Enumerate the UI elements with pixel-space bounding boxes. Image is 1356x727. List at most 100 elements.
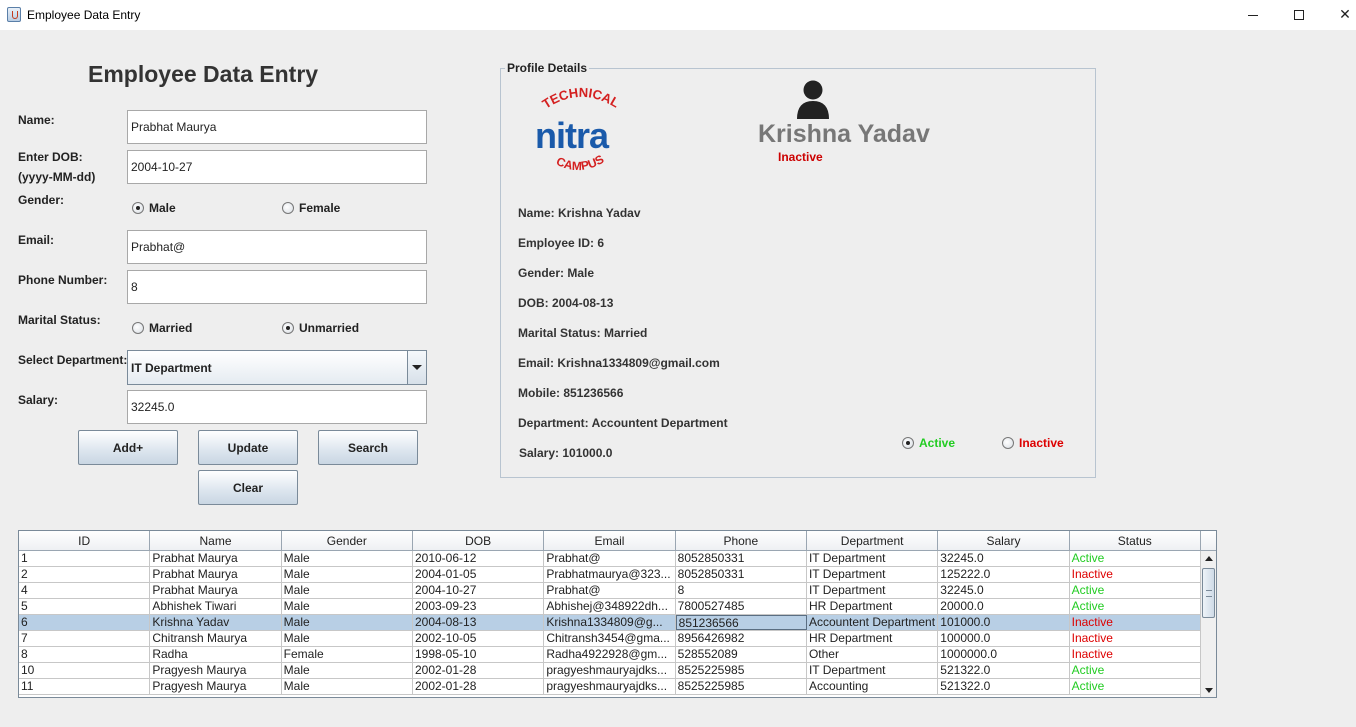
- phone-input[interactable]: [127, 270, 427, 304]
- table-cell-status[interactable]: Active: [1070, 583, 1201, 598]
- table-cell-status[interactable]: Inactive: [1070, 615, 1201, 630]
- dob-input[interactable]: [127, 150, 427, 184]
- table-cell-department[interactable]: IT Department: [807, 567, 939, 582]
- table-cell-dob[interactable]: 2010-06-12: [413, 551, 545, 566]
- add-button[interactable]: Add+: [78, 430, 178, 465]
- table-cell-id[interactable]: 2: [19, 567, 151, 582]
- close-button[interactable]: ✕: [1322, 0, 1356, 30]
- status-active-radio[interactable]: Active: [902, 436, 955, 450]
- employee-table[interactable]: ID Name Gender DOB Email Phone Department Salar…: [18, 530, 1217, 698]
- table-cell-department[interactable]: HR Department: [807, 599, 939, 614]
- name-input[interactable]: [127, 110, 427, 144]
- table-cell-dob[interactable]: 1998-05-10: [413, 647, 545, 662]
- table-cell-dob[interactable]: 2004-10-27: [413, 583, 545, 598]
- table-cell-phone[interactable]: 8525225985: [676, 663, 807, 678]
- table-cell-email[interactable]: Krishna1334809@g...: [544, 615, 676, 630]
- marital-married-radio[interactable]: Married: [132, 321, 192, 335]
- table-cell-email[interactable]: pragyeshmauryajdks...: [544, 679, 676, 694]
- table-cell-salary[interactable]: 32245.0: [938, 583, 1070, 598]
- table-cell-gender[interactable]: Male: [282, 599, 413, 614]
- table-cell-dob[interactable]: 2004-01-05: [413, 567, 545, 582]
- clear-button[interactable]: Clear: [198, 470, 298, 505]
- table-cell-email[interactable]: Prabhatmaurya@323...: [544, 567, 676, 582]
- table-cell-email[interactable]: Prabhat@: [544, 583, 676, 598]
- table-cell-gender[interactable]: Male: [282, 567, 413, 582]
- table-cell-name[interactable]: Pragyesh Maurya: [150, 679, 282, 694]
- table-cell-gender[interactable]: Male: [282, 615, 413, 630]
- table-cell-salary[interactable]: 125222.0: [938, 567, 1070, 582]
- table-cell-gender[interactable]: Male: [282, 551, 413, 566]
- table-row[interactable]: 2 Prabhat Maurya Male 2004-01-05 Prabhatmaur…: [19, 567, 1201, 583]
- table-cell-dob[interactable]: 2002-01-28: [413, 663, 545, 678]
- table-cell-name[interactable]: Abhishek Tiwari: [150, 599, 282, 614]
- table-cell-id[interactable]: 1: [19, 551, 151, 566]
- table-vertical-scrollbar[interactable]: [1200, 551, 1216, 697]
- table-cell-phone[interactable]: 8525225985: [676, 679, 807, 694]
- column-header-dob[interactable]: DOB: [413, 531, 545, 550]
- table-cell-id[interactable]: 8: [19, 647, 151, 662]
- table-cell-id[interactable]: 4: [19, 583, 151, 598]
- table-cell-status[interactable]: Active: [1070, 551, 1201, 566]
- table-cell-email[interactable]: Chitransh3454@gma...: [544, 631, 676, 646]
- column-header-id[interactable]: ID: [19, 531, 151, 550]
- table-cell-status[interactable]: Inactive: [1070, 631, 1201, 646]
- gender-female-radio[interactable]: Female: [282, 201, 340, 215]
- table-cell-salary[interactable]: 32245.0: [938, 551, 1070, 566]
- table-cell-email[interactable]: Abhishej@348922dh...: [544, 599, 676, 614]
- table-cell-email[interactable]: Radha4922928@gm...: [544, 647, 676, 662]
- table-cell-gender[interactable]: Male: [282, 583, 413, 598]
- table-row[interactable]: 7 Chitransh Maurya Male 2002-10-05 Chitransh…: [19, 631, 1201, 647]
- table-cell-salary[interactable]: 100000.0: [938, 631, 1070, 646]
- column-header-salary[interactable]: Salary: [938, 531, 1070, 550]
- search-button[interactable]: Search: [318, 430, 418, 465]
- table-cell-status[interactable]: Active: [1070, 679, 1201, 694]
- table-cell-gender[interactable]: Male: [282, 631, 413, 646]
- table-cell-gender[interactable]: Male: [282, 663, 413, 678]
- status-inactive-radio[interactable]: Inactive: [1002, 436, 1064, 450]
- email-input[interactable]: [127, 230, 427, 264]
- table-cell-department[interactable]: Accountent Department: [807, 615, 939, 630]
- table-row[interactable]: 4 Prabhat Maurya Male 2004-10-27 Prabhat@ 8 IT…: [19, 583, 1201, 599]
- table-cell-dob[interactable]: 2002-10-05: [413, 631, 545, 646]
- column-header-gender[interactable]: Gender: [282, 531, 413, 550]
- table-cell-department[interactable]: IT Department: [807, 663, 939, 678]
- table-cell-id[interactable]: 7: [19, 631, 151, 646]
- table-cell-department[interactable]: IT Department: [807, 551, 939, 566]
- table-cell-name[interactable]: Krishna Yadav: [150, 615, 282, 630]
- table-cell-phone[interactable]: 8052850331: [676, 567, 807, 582]
- column-header-email[interactable]: Email: [544, 531, 676, 550]
- table-cell-name[interactable]: Prabhat Maurya: [150, 567, 282, 582]
- salary-input[interactable]: [127, 390, 427, 424]
- gender-male-radio[interactable]: Male: [132, 201, 176, 215]
- table-cell-dob[interactable]: 2003-09-23: [413, 599, 545, 614]
- table-cell-gender[interactable]: Female: [282, 647, 413, 662]
- table-cell-id[interactable]: 6: [19, 615, 151, 630]
- table-cell-department[interactable]: Other: [807, 647, 939, 662]
- scroll-down-button[interactable]: [1201, 683, 1216, 697]
- table-cell-phone[interactable]: 8: [676, 583, 807, 598]
- table-cell-name[interactable]: Radha: [150, 647, 282, 662]
- table-cell-status[interactable]: Inactive: [1070, 647, 1201, 662]
- update-button[interactable]: Update: [198, 430, 298, 465]
- table-cell-department[interactable]: IT Department: [807, 583, 939, 598]
- table-row[interactable]: 5 Abhishek Tiwari Male 2003-09-23 Abhishej@3…: [19, 599, 1201, 615]
- column-header-status[interactable]: Status: [1070, 531, 1201, 550]
- table-cell-name[interactable]: Pragyesh Maurya: [150, 663, 282, 678]
- table-cell-email[interactable]: Prabhat@: [544, 551, 676, 566]
- table-cell-department[interactable]: HR Department: [807, 631, 939, 646]
- scroll-thumb[interactable]: [1202, 568, 1215, 618]
- table-row[interactable]: 6 Krishna Yadav Male 2004-08-13 Krishna13348…: [19, 615, 1201, 631]
- table-cell-salary[interactable]: 521322.0: [938, 663, 1070, 678]
- table-cell-status[interactable]: Active: [1070, 599, 1201, 614]
- table-cell-status[interactable]: Inactive: [1070, 567, 1201, 582]
- table-cell-salary[interactable]: 20000.0: [938, 599, 1070, 614]
- table-cell-gender[interactable]: Male: [282, 679, 413, 694]
- table-cell-email[interactable]: pragyeshmauryajdks...: [544, 663, 676, 678]
- table-cell-name[interactable]: Chitransh Maurya: [150, 631, 282, 646]
- minimize-button[interactable]: [1230, 0, 1276, 30]
- table-cell-name[interactable]: Prabhat Maurya: [150, 583, 282, 598]
- table-cell-salary[interactable]: 101000.0: [938, 615, 1070, 630]
- table-cell-phone[interactable]: 8052850331: [676, 551, 807, 566]
- table-cell-phone[interactable]: 851236566: [675, 615, 807, 630]
- table-cell-id[interactable]: 5: [19, 599, 151, 614]
